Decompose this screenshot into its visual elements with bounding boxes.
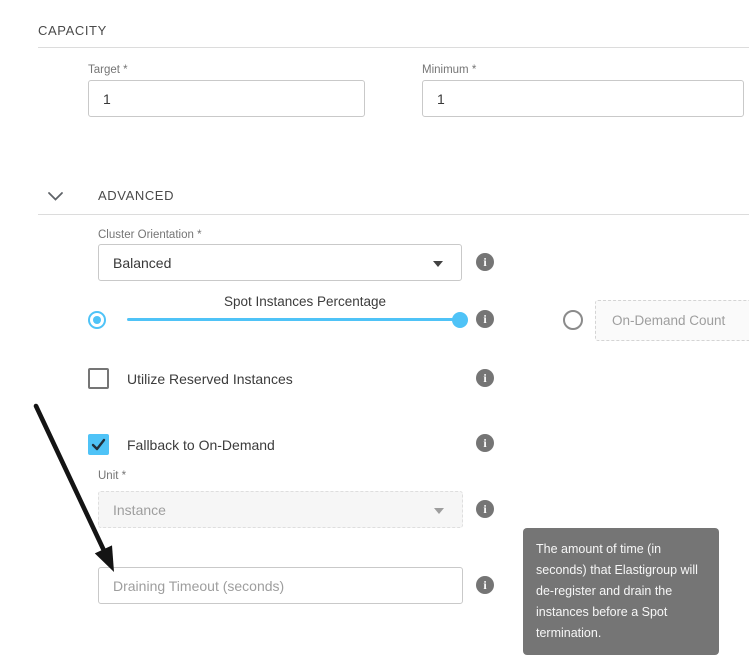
on-demand-count-radio[interactable] (563, 310, 583, 330)
cluster-orientation-value: Balanced (113, 255, 171, 271)
spot-percentage-slider-track[interactable] (127, 318, 460, 321)
fallback-on-demand-checkbox[interactable] (88, 434, 109, 455)
cluster-orientation-label: Cluster Orientation * (98, 229, 202, 241)
draining-timeout-tooltip: The amount of time (in seconds) that Ela… (523, 528, 719, 655)
on-demand-count-input (595, 300, 749, 341)
minimum-label: Minimum * (422, 64, 476, 76)
checkmark-icon (88, 434, 109, 455)
unit-value: Instance (113, 502, 166, 518)
cluster-orientation-select[interactable]: Balanced (98, 244, 462, 281)
advanced-collapse-chevron-down-icon[interactable] (47, 189, 64, 207)
spot-percentage-slider-thumb[interactable] (452, 312, 468, 328)
spot-percentage-radio[interactable] (88, 311, 106, 329)
spot-percentage-label: Spot Instances Percentage (127, 294, 483, 309)
unit-select: Instance (98, 491, 463, 528)
utilize-reserved-label: Utilize Reserved Instances (127, 371, 293, 387)
dropdown-caret-icon (434, 508, 444, 514)
dropdown-caret-icon (433, 261, 443, 267)
fallback-on-demand-label: Fallback to On-Demand (127, 437, 275, 453)
capacity-settings-page: { "colors": { "accent_blue": "#4FC3F7", … (0, 0, 749, 671)
cluster-orientation-info-icon[interactable]: i (476, 253, 494, 271)
draining-timeout-input[interactable] (98, 567, 463, 604)
advanced-divider (38, 214, 749, 215)
spot-percentage-info-icon[interactable]: i (476, 310, 494, 328)
unit-label: Unit * (98, 470, 126, 482)
radio-dot (93, 316, 101, 324)
capacity-section-title: CAPACITY (38, 23, 107, 38)
target-label: Target * (88, 64, 128, 76)
advanced-section-title: ADVANCED (98, 188, 174, 203)
unit-info-icon[interactable]: i (476, 500, 494, 518)
minimum-input[interactable] (422, 80, 744, 117)
capacity-divider (38, 47, 749, 48)
fallback-on-demand-info-icon[interactable]: i (476, 434, 494, 452)
utilize-reserved-checkbox[interactable] (88, 368, 109, 389)
utilize-reserved-info-icon[interactable]: i (476, 369, 494, 387)
target-input[interactable] (88, 80, 365, 117)
draining-timeout-info-icon[interactable]: i (476, 576, 494, 594)
